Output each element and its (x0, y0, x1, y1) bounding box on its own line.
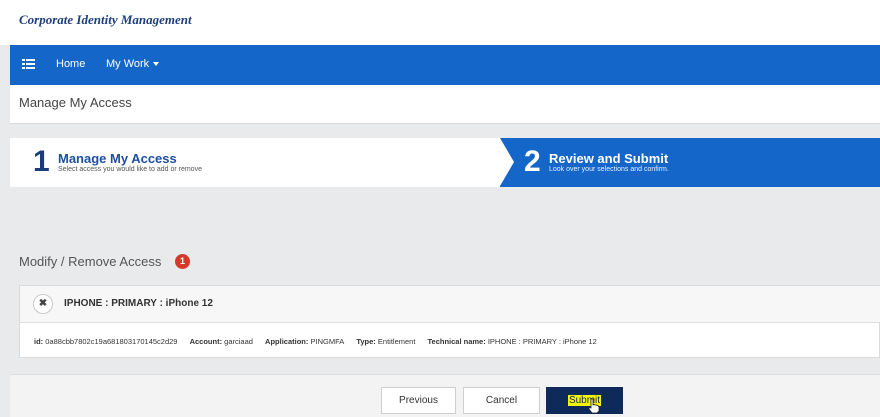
caret-down-icon (153, 62, 160, 67)
step-1-title[interactable]: Manage My Access (58, 151, 177, 166)
step-1-number: 1 (33, 145, 50, 178)
nav-home[interactable]: Home (56, 58, 85, 70)
top-nav: Home My Work (10, 45, 880, 85)
detail-technical-name: Technical name: IPHONE : PRIMARY : iPhon… (427, 337, 597, 346)
menu-icon[interactable] (22, 59, 35, 70)
access-item-header: ✖ IPHONE : PRIMARY : iPhone 12 (20, 286, 880, 323)
access-item-card: ✖ IPHONE : PRIMARY : iPhone 12 id: 0a88c… (19, 285, 880, 358)
previous-button[interactable]: Previous (381, 387, 456, 414)
brand-bar: Corporate Identity Management (0, 0, 880, 45)
page-title: Manage My Access (19, 95, 132, 110)
access-item-title: IPHONE : PRIMARY : iPhone 12 (64, 298, 213, 309)
count-badge: 1 (175, 254, 190, 269)
wizard-steps: 1 Manage My Access Select access you wou… (10, 138, 880, 187)
step-1-description: Select access you would like to add or r… (58, 166, 202, 173)
detail-application: Application: PINGMFA (265, 337, 345, 346)
page-header: Manage My Access (10, 85, 880, 124)
step-2-number: 2 (524, 145, 541, 178)
nav-my-work[interactable]: My Work (106, 58, 160, 70)
access-item-details: id: 0a88cbb7802c19a681803170145c2d29 Acc… (34, 337, 607, 346)
remove-icon[interactable]: ✖ (33, 294, 53, 314)
step-2-title: Review and Submit (549, 151, 669, 166)
submit-button[interactable]: Submit (546, 387, 623, 414)
step-arrow (500, 138, 514, 186)
nav-my-work-label: My Work (106, 58, 150, 70)
cancel-button[interactable]: Cancel (463, 387, 540, 414)
brand-title: Corporate Identity Management (19, 12, 192, 27)
detail-account: Account: garciaad (189, 337, 253, 346)
hand-cursor-icon (588, 398, 600, 414)
section-title: Modify / Remove Access (19, 254, 162, 269)
step-2-description: Look over your selections and confirm. (549, 166, 669, 173)
detail-type: Type: Entitlement (356, 337, 416, 346)
detail-id: id: 0a88cbb7802c19a681803170145c2d29 (34, 337, 178, 346)
